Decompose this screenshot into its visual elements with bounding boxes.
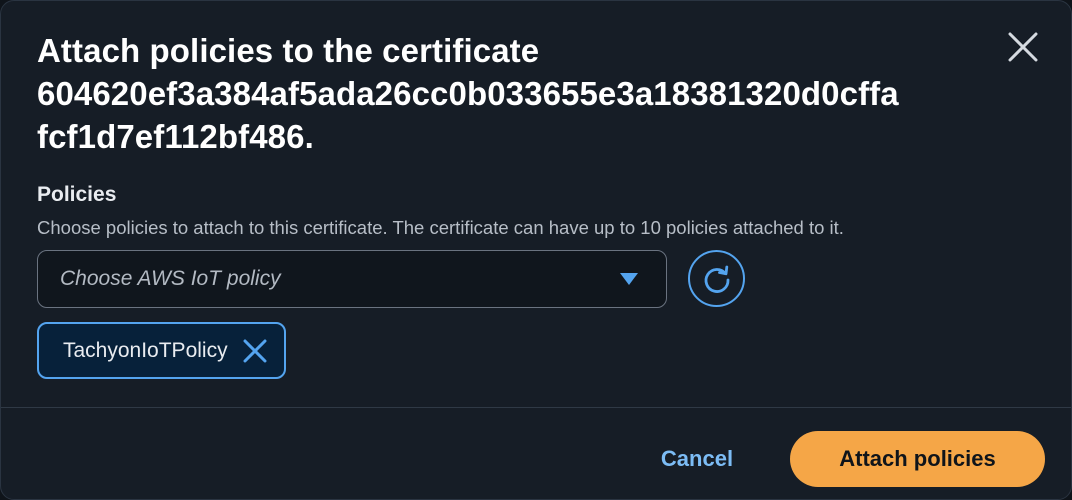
- dialog-title-line: 604620ef3a384af5ada26cc0b033655e3a183813…: [37, 75, 899, 112]
- policy-select[interactable]: Choose AWS IoT policy: [37, 250, 667, 308]
- attach-policies-dialog: Attach policies to the certificate 60462…: [0, 0, 1072, 500]
- close-dialog-button[interactable]: [1005, 29, 1041, 65]
- dialog-title-line: fcf1d7ef112bf486.: [37, 118, 314, 155]
- refresh-icon: [704, 265, 729, 293]
- selected-policy-token: TachyonIoTPolicy: [37, 322, 286, 379]
- dialog-title: Attach policies to the certificate 60462…: [37, 29, 997, 158]
- policies-description: Choose policies to attach to this certif…: [37, 217, 844, 238]
- attach-policies-button[interactable]: Attach policies: [790, 431, 1045, 487]
- close-icon: [1008, 32, 1038, 62]
- caret-down-icon: [620, 273, 638, 285]
- cancel-button[interactable]: Cancel: [641, 431, 753, 487]
- dialog-title-line: Attach policies to the certificate: [37, 32, 540, 69]
- remove-policy-button[interactable]: [242, 338, 268, 364]
- policy-select-placeholder: Choose AWS IoT policy: [60, 267, 281, 290]
- policies-label: Policies: [37, 183, 117, 206]
- refresh-policies-button[interactable]: [688, 250, 745, 307]
- close-icon: [243, 339, 267, 362]
- footer-divider: [1, 407, 1071, 408]
- token-label: TachyonIoTPolicy: [63, 338, 228, 362]
